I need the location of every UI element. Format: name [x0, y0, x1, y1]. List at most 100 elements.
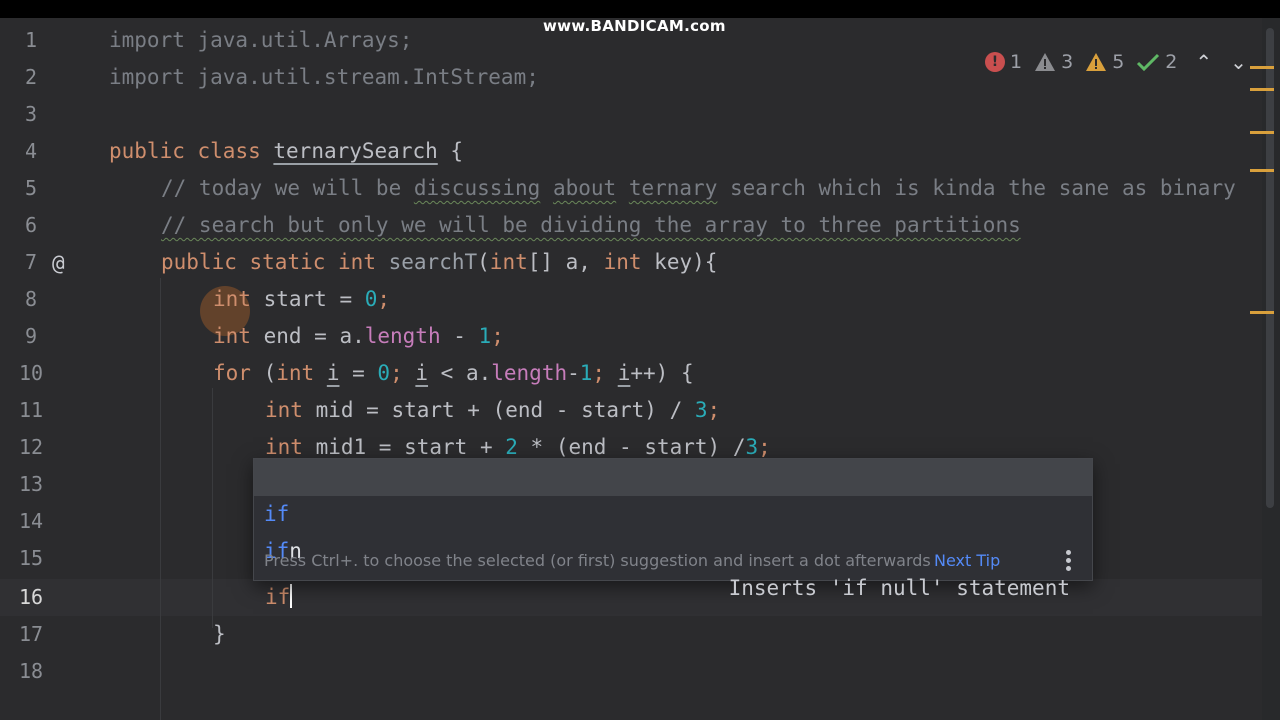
comment-typo: about	[552, 176, 617, 200]
comment-text: // search but only we will be dividing t…	[161, 213, 1021, 237]
code-line-10[interactable]: for (int i = 0; i < a.length-1; i++) {	[213, 355, 694, 392]
line-number-current: 16	[18, 585, 44, 609]
line-number: 14	[18, 509, 44, 533]
code-line-9[interactable]: int end = a.length - 1;	[213, 318, 504, 355]
line-number: 17	[18, 622, 44, 646]
code-text: -	[567, 361, 580, 385]
code-text: < a.	[428, 361, 492, 385]
line-number: 8	[24, 287, 38, 311]
line-number: 18	[18, 659, 44, 683]
keyword: int	[213, 324, 251, 348]
line-number: 11	[18, 398, 44, 422]
line-number: 13	[18, 472, 44, 496]
punctuation: (	[477, 250, 490, 274]
warning-marker[interactable]	[1250, 88, 1274, 91]
comment-text: // today we will be	[161, 176, 414, 200]
line-number: 10	[18, 361, 44, 385]
code-line-11[interactable]: int mid = start + (end - start) / 3;	[265, 392, 720, 429]
code-text: start =	[250, 287, 365, 311]
number-literal: 1	[478, 324, 492, 348]
keyword: int	[265, 435, 303, 459]
line-number: 2	[24, 65, 38, 89]
line-number: 6	[24, 213, 38, 237]
warning-count[interactable]: 3	[1034, 51, 1073, 73]
warning-marker[interactable]	[1250, 169, 1274, 172]
line-number: 12	[18, 435, 44, 459]
warning-marker[interactable]	[1250, 66, 1274, 69]
code-line-5[interactable]: // today we will be discussing about ter…	[161, 170, 1236, 207]
line-number: 5	[24, 176, 38, 200]
code-line-4[interactable]: public class ternarySearch {	[109, 133, 463, 170]
weak-warning-count[interactable]: 5	[1085, 51, 1124, 73]
scrollbar-thumb[interactable]	[1266, 28, 1274, 508]
code-text: -	[440, 324, 479, 348]
semicolon: ;	[758, 435, 771, 459]
completion-item-selected[interactable]: if	[254, 459, 1092, 526]
keyword: public	[161, 250, 237, 274]
completion-hint: Press Ctrl+. to choose the selected (or …	[264, 551, 931, 570]
code-text: ++) {	[630, 361, 694, 385]
code-completion-popup[interactable]: if ifn Inserts 'if null' statement Press…	[253, 458, 1093, 600]
method-name: searchT	[388, 250, 478, 274]
warning-icon	[1086, 53, 1107, 71]
number-literal: 1	[579, 361, 593, 385]
loop-variable: i	[415, 361, 429, 385]
line-number: 9	[24, 324, 38, 348]
chevron-down-icon[interactable]: ⌄	[1230, 50, 1247, 74]
number-literal: 3	[694, 398, 708, 422]
keyword: public	[109, 139, 185, 163]
error-count[interactable]: ! 1	[985, 51, 1022, 73]
keyword: for	[213, 361, 251, 385]
annotation-marker-icon[interactable]: @	[52, 246, 65, 280]
warning-marker[interactable]	[1250, 311, 1274, 314]
loop-variable: i	[326, 361, 340, 385]
keyword: int	[265, 398, 303, 422]
keyword: int	[338, 250, 376, 274]
semicolon: ;	[707, 398, 721, 422]
semicolon: ;	[491, 324, 504, 348]
code-text: mid1 = start +	[302, 435, 506, 459]
code-text: =	[339, 361, 378, 385]
completion-item[interactable]: ifn Inserts 'if null' statement	[254, 496, 1092, 600]
number-literal: 0	[377, 361, 391, 385]
semicolon: ;	[377, 287, 391, 311]
next-tip-link[interactable]: Next Tip	[934, 542, 1000, 580]
keyword: int	[213, 287, 251, 311]
warning-marker[interactable]	[1250, 131, 1274, 134]
inspection-widget[interactable]: ! 1 3 5 2 ⌃ ⌄	[985, 48, 1247, 76]
code-line-1[interactable]: import java.util.Arrays;	[109, 22, 412, 59]
code-line-8[interactable]: int start = 0;	[213, 281, 390, 318]
code-text: (	[250, 361, 277, 385]
field-name: length	[364, 324, 441, 348]
current-line-highlight	[0, 579, 1262, 616]
keyword: int	[276, 361, 315, 385]
code-editor[interactable]: 1 2 3 4 5 6 7 8 9 10 11 12 13 14 15 16 1…	[0, 18, 1280, 720]
class-name: ternarySearch	[273, 139, 438, 163]
code-text: * (end - start) /	[517, 435, 746, 459]
code-line-6[interactable]: // search but only we will be dividing t…	[161, 207, 1021, 244]
import-statement: import java.util.stream.IntStream;	[109, 65, 539, 89]
import-statement: import java.util.Arrays;	[109, 28, 413, 52]
chevron-up-icon[interactable]: ⌃	[1195, 50, 1212, 74]
number-literal: 0	[364, 287, 378, 311]
parameter: [] a,	[527, 250, 604, 274]
warning-count-value: 3	[1061, 51, 1074, 73]
code-line-17[interactable]: }	[213, 616, 226, 653]
comment-typo: discussing	[413, 176, 541, 200]
error-icon: !	[985, 52, 1005, 72]
code-line-2[interactable]: import java.util.stream.IntStream;	[109, 59, 539, 96]
error-count-value: 1	[1010, 51, 1023, 73]
code-text: mid = start + (end - start) /	[302, 398, 695, 422]
comment-text: search which is kinda the sane as binary	[717, 176, 1236, 200]
keyword: static	[249, 250, 326, 274]
code-line-7[interactable]: public static int searchT(int[] a, int k…	[161, 244, 717, 281]
code-text: end = a.	[250, 324, 365, 348]
more-options-icon[interactable]	[1066, 550, 1072, 574]
typo-count[interactable]: 2	[1136, 51, 1177, 73]
indent-guide	[212, 388, 213, 628]
number-literal: 2	[505, 435, 518, 459]
watermark: www.BANDICAM.com	[543, 17, 726, 35]
line-number: 15	[18, 546, 44, 570]
comment-text	[540, 176, 553, 200]
brace: }	[213, 622, 226, 646]
